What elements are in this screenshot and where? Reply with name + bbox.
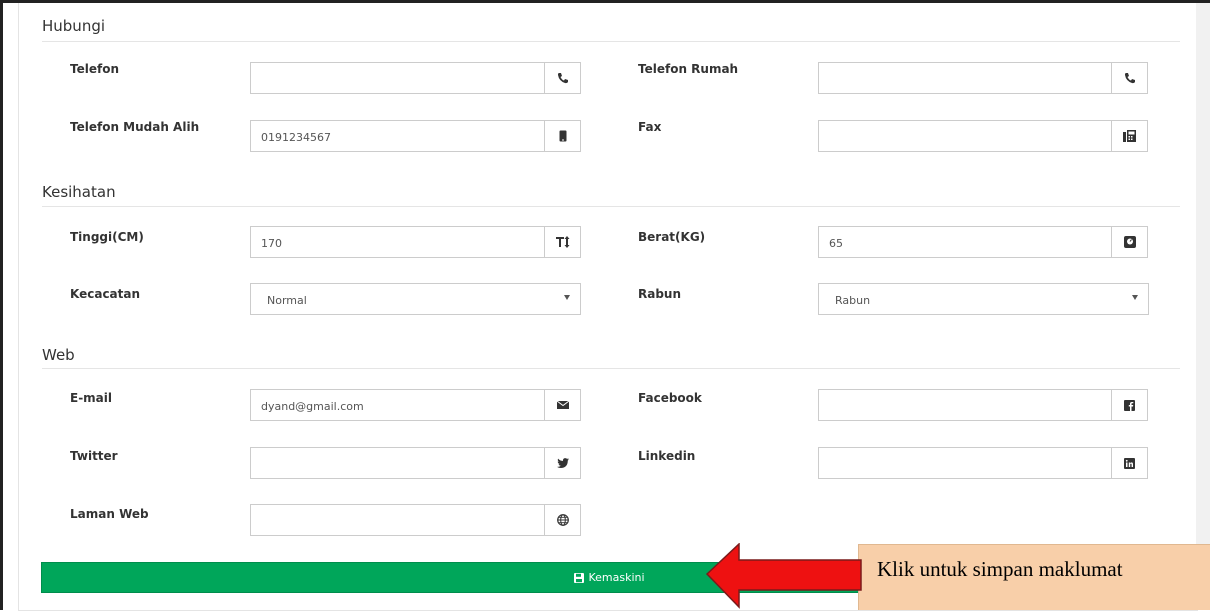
label-telefon: Telefon bbox=[70, 62, 119, 76]
section-title-web: Web bbox=[42, 346, 75, 364]
rabun-value: Rabun bbox=[835, 294, 871, 307]
label-telefon-rumah: Telefon Rumah bbox=[638, 62, 739, 76]
mobile-icon bbox=[544, 121, 580, 151]
phone-icon bbox=[544, 63, 580, 93]
kecacatan-select[interactable]: Normal bbox=[250, 283, 581, 315]
label-linkedin: Linkedin bbox=[638, 449, 696, 463]
text-height-icon bbox=[544, 227, 580, 257]
section-divider bbox=[42, 41, 1180, 42]
linkedin-field[interactable] bbox=[818, 447, 1148, 479]
save-icon bbox=[574, 572, 585, 583]
email-value: dyand@gmail.com bbox=[261, 400, 364, 413]
facebook-icon bbox=[1111, 390, 1147, 420]
twitter-field[interactable] bbox=[250, 447, 581, 479]
tinggi-field[interactable]: 170 bbox=[250, 226, 581, 258]
berat-value: 65 bbox=[829, 237, 843, 250]
page-right-gutter bbox=[1196, 3, 1210, 610]
label-rabun: Rabun bbox=[638, 287, 682, 301]
label-email: E-mail bbox=[70, 391, 113, 405]
telefon-mudah-alih-field[interactable]: 0191234567 bbox=[250, 120, 581, 152]
label-twitter: Twitter bbox=[70, 449, 118, 463]
section-divider bbox=[42, 206, 1180, 207]
label-telefon-mudah-alih: Telefon Mudah Alih bbox=[70, 120, 200, 134]
fax-field[interactable] bbox=[818, 120, 1148, 152]
section-title-kesihatan: Kesihatan bbox=[42, 183, 116, 201]
window-left-border bbox=[0, 0, 3, 610]
rabun-select[interactable]: Rabun bbox=[818, 283, 1149, 315]
linkedin-icon bbox=[1111, 448, 1147, 478]
tinggi-value: 170 bbox=[261, 237, 282, 250]
label-fax: Fax bbox=[638, 120, 662, 134]
telefon-field[interactable] bbox=[250, 62, 581, 94]
telefon-mudah-alih-value: 0191234567 bbox=[261, 131, 331, 144]
berat-field[interactable]: 65 bbox=[818, 226, 1148, 258]
callout-text: Klik untuk simpan maklumat bbox=[877, 557, 1123, 581]
left-arrow-icon bbox=[705, 543, 862, 609]
twitter-icon bbox=[544, 448, 580, 478]
label-tinggi: Tinggi(CM) bbox=[70, 230, 144, 244]
kecacatan-value: Normal bbox=[267, 294, 307, 307]
save-button-label: Kemaskini bbox=[588, 571, 645, 584]
email-field[interactable]: dyand@gmail.com bbox=[250, 389, 581, 421]
label-kecacatan: Kecacatan bbox=[70, 287, 141, 301]
section-title-hubungi: Hubungi bbox=[42, 17, 106, 35]
chevron-down-icon bbox=[564, 295, 570, 300]
label-facebook: Facebook bbox=[638, 391, 702, 405]
telefon-rumah-field[interactable] bbox=[818, 62, 1148, 94]
label-laman-web: Laman Web bbox=[70, 507, 149, 521]
chevron-down-icon bbox=[1132, 295, 1138, 300]
instruction-callout: Klik untuk simpan maklumat bbox=[858, 544, 1210, 610]
section-divider bbox=[42, 368, 1180, 369]
phone-icon bbox=[1111, 63, 1147, 93]
facebook-field[interactable] bbox=[818, 389, 1148, 421]
label-berat: Berat(KG) bbox=[638, 230, 706, 244]
laman-web-field[interactable] bbox=[250, 504, 581, 536]
globe-icon bbox=[544, 505, 580, 535]
fax-icon bbox=[1111, 121, 1147, 151]
envelope-icon bbox=[544, 390, 580, 420]
scale-icon bbox=[1111, 227, 1147, 257]
